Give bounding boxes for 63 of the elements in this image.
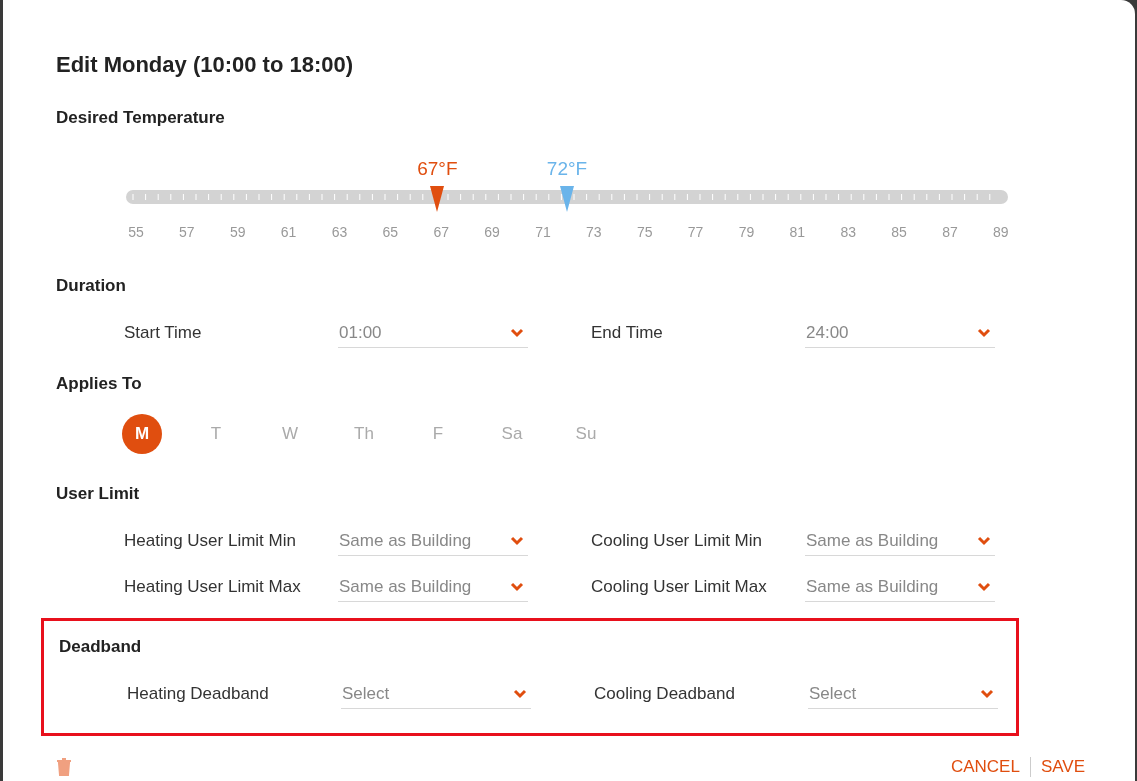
scale-number: 73: [585, 224, 603, 240]
scale-number: 79: [737, 224, 756, 240]
section-heading: Desired Temperature: [56, 108, 226, 128]
chevron-down-icon: [510, 327, 524, 338]
section-heading: Deadband: [59, 637, 143, 657]
day-toggle[interactable]: T: [196, 414, 236, 454]
dropdown-select[interactable]: Select: [341, 679, 531, 709]
chevron-down-icon: [510, 581, 524, 592]
scale-number: 67: [432, 224, 451, 240]
scale-number: 61: [279, 224, 298, 240]
scale-number: 63: [330, 224, 349, 240]
chevron-down-icon: [977, 535, 991, 546]
day-toggle[interactable]: W: [270, 414, 310, 454]
scale-number: 85: [890, 224, 908, 240]
chevron-down-icon: [980, 688, 994, 699]
field-label: Start Time: [124, 323, 203, 343]
scale-number: 69: [483, 224, 501, 240]
dropdown-select[interactable]: Same as Building: [805, 526, 995, 556]
scale-number: 89: [992, 224, 1010, 240]
field-label: Heating User Limit Max: [124, 577, 302, 597]
day-toggle[interactable]: F: [418, 414, 458, 454]
temperature-marker[interactable]: [430, 186, 445, 212]
field-label: End Time: [591, 323, 664, 343]
day-toggle[interactable]: Th: [344, 414, 384, 454]
section-heading: Applies To: [56, 374, 143, 394]
scale-number: 57: [178, 224, 196, 240]
chevron-down-icon: [977, 581, 991, 592]
dropdown-select[interactable]: Same as Building: [805, 572, 995, 602]
field-label: Heating Deadband: [127, 684, 270, 704]
scale-number: 77: [686, 224, 705, 240]
trash-icon[interactable]: [56, 758, 72, 776]
temperature-marker[interactable]: [560, 186, 574, 212]
chevron-down-icon: [977, 327, 991, 338]
day-toggle[interactable]: M: [122, 414, 162, 454]
dialog-title: Edit Monday (10:00 to 18:00): [56, 52, 355, 78]
scale-number: 55: [127, 224, 145, 240]
dropdown-select[interactable]: 01:00: [338, 318, 528, 348]
field-label: Cooling User Limit Max: [591, 577, 768, 597]
scale-number: 75: [635, 224, 654, 240]
day-toggle[interactable]: Sa: [492, 414, 532, 454]
dropdown-select[interactable]: Select: [808, 679, 998, 709]
scale-number: 71: [534, 224, 552, 240]
dropdown-select[interactable]: 24:00: [805, 318, 995, 348]
scale-number: 87: [941, 224, 959, 240]
day-toggle[interactable]: Su: [566, 414, 606, 454]
section-heading: User Limit: [56, 484, 141, 504]
field-label: Cooling Deadband: [594, 684, 736, 704]
section-heading: Duration: [56, 276, 127, 296]
scale-number: 83: [839, 224, 858, 240]
dropdown-select[interactable]: Same as Building: [338, 572, 528, 602]
field-label: Heating User Limit Min: [124, 531, 297, 551]
field-label: Cooling User Limit Min: [591, 531, 763, 551]
save-button[interactable]: SAVE: [1029, 757, 1095, 777]
temperature-reading: 72°F: [546, 158, 588, 180]
scale-number: 81: [788, 224, 807, 240]
slider-track[interactable]: [126, 190, 1008, 204]
scale-number: 59: [228, 224, 247, 240]
scale-number: 65: [381, 224, 400, 240]
chevron-down-icon: [513, 688, 527, 699]
chevron-down-icon: [510, 535, 524, 546]
temperature-reading: 67°F: [417, 158, 458, 180]
cancel-button[interactable]: CANCEL: [940, 757, 1030, 777]
dropdown-select[interactable]: Same as Building: [338, 526, 528, 556]
